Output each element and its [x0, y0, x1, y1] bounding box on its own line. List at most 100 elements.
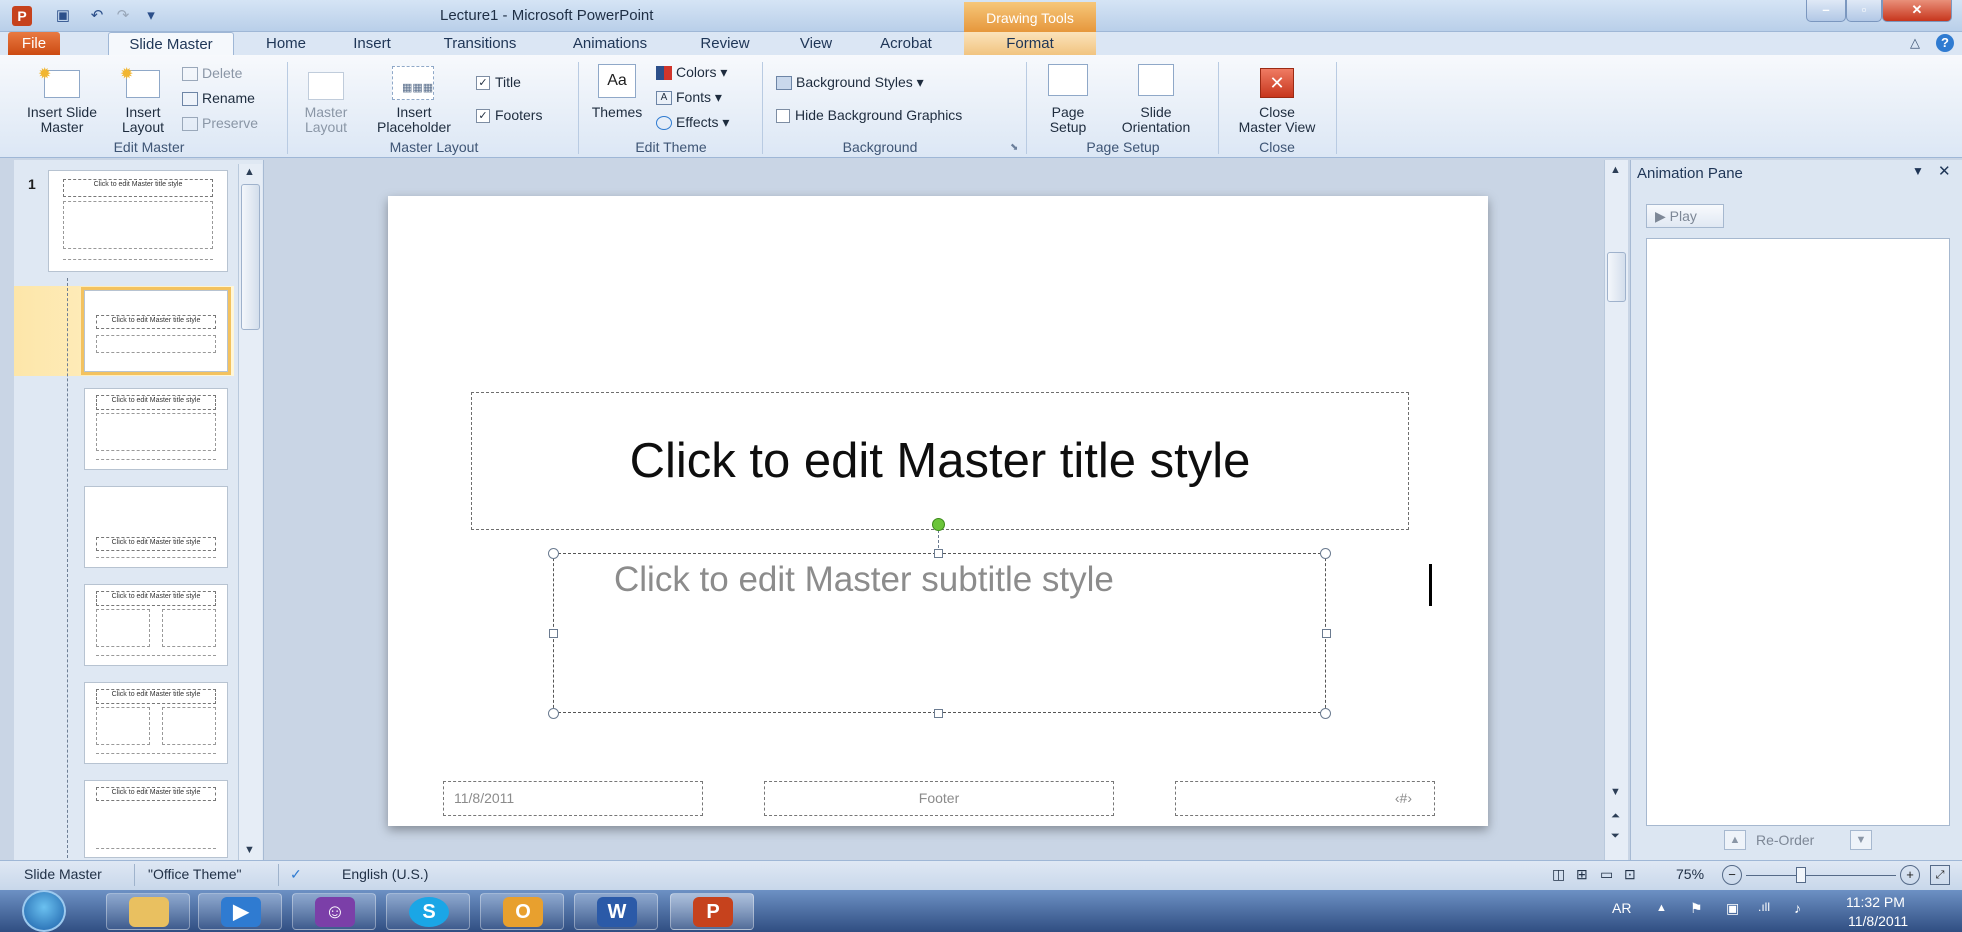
tab-file[interactable]: File: [8, 32, 60, 55]
resize-handle-left[interactable]: [549, 629, 558, 638]
slide-sorter-view-icon[interactable]: ⊞: [1576, 866, 1588, 883]
scroll-down-icon[interactable]: ▼: [244, 844, 255, 856]
resize-handle-top-left[interactable]: [548, 548, 559, 559]
slide-number-placeholder[interactable]: ‹#›: [1175, 781, 1435, 816]
volume-icon[interactable]: ♪: [1794, 900, 1801, 916]
start-button[interactable]: [22, 890, 66, 932]
next-slide-icon[interactable]: ⏷: [1611, 830, 1620, 843]
slide-editor-scrollbar[interactable]: ▲ ▼ ⏶ ⏷: [1604, 160, 1628, 860]
taskbar-outlook[interactable]: O: [480, 893, 564, 930]
rename-button[interactable]: Rename: [182, 88, 255, 108]
thumbnail-two-content-layout[interactable]: Click to edit Master title style: [84, 584, 228, 666]
resize-handle-bottom-right[interactable]: [1320, 708, 1331, 719]
save-icon[interactable]: ▣: [52, 6, 74, 26]
scrollbar-thumb[interactable]: [1607, 252, 1626, 302]
status-language[interactable]: English (U.S.): [342, 866, 428, 882]
input-language[interactable]: AR: [1612, 900, 1631, 916]
zoom-in-icon[interactable]: +: [1900, 865, 1920, 885]
maximize-button[interactable]: ▫: [1846, 0, 1882, 22]
network-signal-icon[interactable]: .ıll: [1758, 900, 1770, 914]
rotate-handle[interactable]: [932, 518, 945, 531]
date-placeholder[interactable]: 11/8/2011: [443, 781, 703, 816]
resize-handle-bottom[interactable]: [934, 709, 943, 718]
thumbnail-scrollbar[interactable]: ▲ ▼: [238, 164, 262, 860]
thumbnail-comparison-layout[interactable]: Click to edit Master title style: [84, 682, 228, 764]
minimize-ribbon-icon[interactable]: △: [1910, 35, 1920, 51]
tab-home[interactable]: Home: [256, 32, 316, 55]
subtitle-placeholder[interactable]: Click to edit Master subtitle style: [553, 553, 1432, 713]
powerpoint-app-icon[interactable]: P: [12, 6, 32, 26]
scroll-up-icon[interactable]: ▲: [1610, 164, 1621, 176]
redo-icon[interactable]: ↷: [112, 6, 134, 26]
delete-button[interactable]: Delete: [182, 63, 242, 83]
zoom-slider-thumb[interactable]: [1796, 867, 1806, 883]
thumbnail-title-content-layout[interactable]: Click to edit Master title style: [84, 388, 228, 470]
minimize-button[interactable]: –: [1806, 0, 1846, 22]
fonts-dropdown[interactable]: A Fonts ▾: [656, 87, 722, 107]
dialog-launcher-icon[interactable]: ⬊: [1010, 142, 1018, 153]
thumbnail-section-header-layout[interactable]: Click to edit Master title style: [84, 486, 228, 568]
master-layout-icon[interactable]: [308, 72, 344, 100]
reorder-up-icon[interactable]: ▲: [1724, 830, 1746, 850]
device-icon[interactable]: ▣: [1726, 900, 1739, 917]
action-center-flag-icon[interactable]: ⚑: [1690, 900, 1703, 917]
tab-acrobat[interactable]: Acrobat: [870, 32, 942, 55]
footer-placeholder[interactable]: Footer: [764, 781, 1114, 816]
taskbar-messenger[interactable]: ☺: [292, 893, 376, 930]
tab-review[interactable]: Review: [692, 32, 758, 55]
pane-options-icon[interactable]: ▼: [1912, 164, 1924, 178]
colors-dropdown[interactable]: Colors ▾: [656, 62, 727, 82]
close-pane-icon[interactable]: ✕: [1938, 162, 1951, 180]
hide-background-graphics-checkbox[interactable]: Hide Background Graphics: [776, 105, 962, 125]
taskbar-word[interactable]: W: [574, 893, 658, 930]
clock-time[interactable]: 11:32 PM: [1846, 894, 1905, 910]
scroll-down-icon[interactable]: ▼: [1610, 786, 1621, 798]
resize-handle-bottom-left[interactable]: [548, 708, 559, 719]
themes-button[interactable]: Aa: [598, 64, 636, 98]
customize-toolbar-icon[interactable]: ▾: [140, 6, 162, 26]
tab-format[interactable]: Format: [964, 32, 1096, 55]
tab-animations[interactable]: Animations: [562, 32, 658, 55]
animation-list[interactable]: [1646, 238, 1950, 826]
reorder-down-icon[interactable]: ▼: [1850, 830, 1872, 850]
zoom-level[interactable]: 75%: [1676, 866, 1704, 882]
close-window-button[interactable]: ✕: [1882, 0, 1952, 22]
thumbnail-title-only-layout[interactable]: Click to edit Master title style: [84, 780, 228, 858]
previous-slide-icon[interactable]: ⏶: [1611, 810, 1620, 823]
scroll-up-icon[interactable]: ▲: [244, 166, 255, 178]
insert-layout-button[interactable]: ✹: [120, 64, 166, 98]
normal-view-icon[interactable]: ◫: [1552, 866, 1565, 883]
tab-view[interactable]: View: [790, 32, 842, 55]
resize-handle-right[interactable]: [1322, 629, 1331, 638]
close-master-view-icon[interactable]: ✕: [1260, 68, 1294, 98]
clock-date[interactable]: 11/8/2011: [1848, 913, 1908, 929]
taskbar-explorer[interactable]: [106, 893, 190, 930]
show-hidden-icons[interactable]: ▲: [1656, 902, 1667, 914]
slide-orientation-icon[interactable]: [1138, 64, 1174, 96]
play-button[interactable]: ▶ Play: [1646, 204, 1724, 228]
taskbar-media-player[interactable]: ▶: [198, 893, 282, 930]
title-checkbox[interactable]: ✓ Title: [476, 72, 521, 92]
reading-view-icon[interactable]: ▭: [1600, 866, 1613, 883]
resize-handle-top-right[interactable]: [1320, 548, 1331, 559]
taskbar-skype[interactable]: S: [386, 893, 470, 930]
thumbnail-slide-master[interactable]: Click to edit Master title style: [48, 170, 228, 272]
zoom-slider-track[interactable]: [1746, 875, 1896, 876]
zoom-out-icon[interactable]: −: [1722, 865, 1742, 885]
tab-transitions[interactable]: Transitions: [432, 32, 528, 55]
effects-dropdown[interactable]: Effects ▾: [656, 112, 729, 132]
tab-slide-master[interactable]: Slide Master: [108, 32, 234, 55]
tab-insert[interactable]: Insert: [342, 32, 402, 55]
insert-slide-master-button[interactable]: ✹: [36, 64, 86, 98]
insert-placeholder-icon[interactable]: ▦▦▦: [392, 66, 434, 100]
title-placeholder[interactable]: Click to edit Master title style: [471, 392, 1409, 530]
footers-checkbox[interactable]: ✓ Footers: [476, 105, 542, 125]
taskbar-powerpoint[interactable]: P: [670, 893, 754, 930]
resize-handle-top[interactable]: [934, 549, 943, 558]
thumbnail-title-layout[interactable]: Click to edit Master title style: [81, 287, 231, 375]
slide-show-view-icon[interactable]: ⊡: [1624, 866, 1636, 883]
page-setup-icon[interactable]: [1048, 64, 1088, 96]
spelling-check-icon[interactable]: ✓: [290, 866, 302, 883]
fit-slide-icon[interactable]: ⤢: [1930, 865, 1950, 885]
scrollbar-thumb[interactable]: [241, 184, 260, 330]
